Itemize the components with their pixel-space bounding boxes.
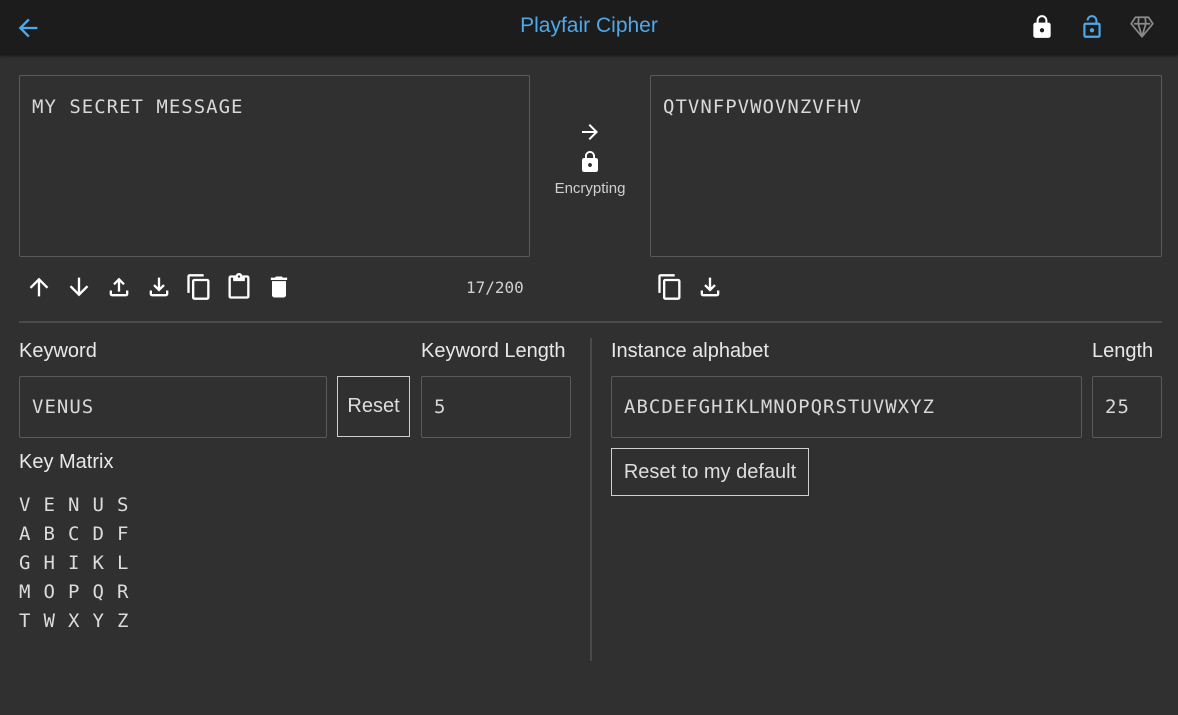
arrow-down-icon[interactable]	[65, 273, 93, 301]
section-divider	[19, 321, 1162, 323]
matrix-cell: W	[43, 609, 55, 632]
copy-icon[interactable]	[185, 273, 213, 301]
matrix-cell: K	[92, 551, 104, 574]
keyword-length-label: Keyword Length	[421, 340, 566, 362]
matrix-cell: B	[43, 522, 55, 545]
matrix-row: T W X Y Z	[19, 606, 142, 635]
matrix-cell: Y	[92, 609, 104, 632]
upload-icon[interactable]	[105, 273, 133, 301]
matrix-row: V E N U S	[19, 490, 142, 519]
matrix-cell: X	[68, 609, 80, 632]
matrix-cell: O	[43, 580, 55, 603]
matrix-cell: S	[117, 493, 129, 516]
mode-label: Encrypting	[554, 180, 626, 197]
matrix-cell: G	[19, 551, 31, 574]
input-textarea[interactable]: MY SECRET MESSAGE	[19, 75, 530, 257]
diamond-icon[interactable]	[1129, 14, 1155, 40]
column-divider	[590, 338, 592, 661]
matrix-cell: U	[92, 493, 104, 516]
alphabet-label: Instance alphabet	[611, 340, 769, 362]
key-matrix: V E N U S A B C D F G H I K L M O P Q R …	[19, 490, 142, 635]
lock-icon[interactable]	[1029, 14, 1055, 40]
keyword-input[interactable]: VENUS	[19, 376, 327, 438]
mode-indicator[interactable]: Encrypting	[540, 120, 640, 197]
app-bar: Playfair Cipher	[0, 0, 1178, 55]
matrix-cell: I	[68, 551, 80, 574]
matrix-row: G H I K L	[19, 548, 142, 577]
matrix-cell: N	[68, 493, 80, 516]
matrix-cell: A	[19, 522, 31, 545]
page-title: Playfair Cipher	[520, 14, 658, 37]
download-icon[interactable]	[696, 273, 724, 301]
matrix-cell: F	[117, 522, 129, 545]
arrow-right-icon	[582, 124, 598, 140]
matrix-cell: H	[43, 551, 55, 574]
matrix-cell: D	[92, 522, 104, 545]
matrix-cell: R	[117, 580, 129, 603]
reset-alphabet-button[interactable]: Reset to my default	[611, 448, 809, 496]
keyword-label: Keyword	[19, 340, 97, 362]
matrix-cell: V	[19, 493, 31, 516]
output-textarea[interactable]: QTVNFPVWOVNZVFHV	[650, 75, 1162, 257]
matrix-cell: C	[68, 522, 80, 545]
matrix-cell: E	[43, 493, 55, 516]
matrix-cell: L	[117, 551, 129, 574]
download-icon[interactable]	[145, 273, 173, 301]
keyword-reset-button[interactable]: Reset	[337, 376, 410, 437]
matrix-cell: P	[68, 580, 80, 603]
alphabet-input[interactable]: ABCDEFGHIKLMNOPQRSTUVWXYZ	[611, 376, 1082, 438]
matrix-row: A B C D F	[19, 519, 142, 548]
paste-icon[interactable]	[225, 273, 253, 301]
alphabet-length-label: Length	[1092, 340, 1154, 362]
delete-icon[interactable]	[265, 273, 293, 301]
unlock-icon[interactable]	[1079, 14, 1105, 40]
matrix-cell: Z	[117, 609, 129, 632]
arrow-up-icon[interactable]	[25, 273, 53, 301]
matrix-cell: T	[19, 609, 31, 632]
alphabet-length-input[interactable]: 25	[1092, 376, 1162, 438]
matrix-cell: M	[19, 580, 31, 603]
matrix-row: M O P Q R	[19, 577, 142, 606]
character-counter: 17/200	[466, 278, 524, 297]
matrix-cell: Q	[92, 580, 104, 603]
keyword-length-input[interactable]: 5	[421, 376, 571, 438]
copy-icon[interactable]	[656, 273, 684, 301]
key-matrix-label: Key Matrix	[19, 451, 114, 473]
lock-icon	[582, 151, 598, 172]
